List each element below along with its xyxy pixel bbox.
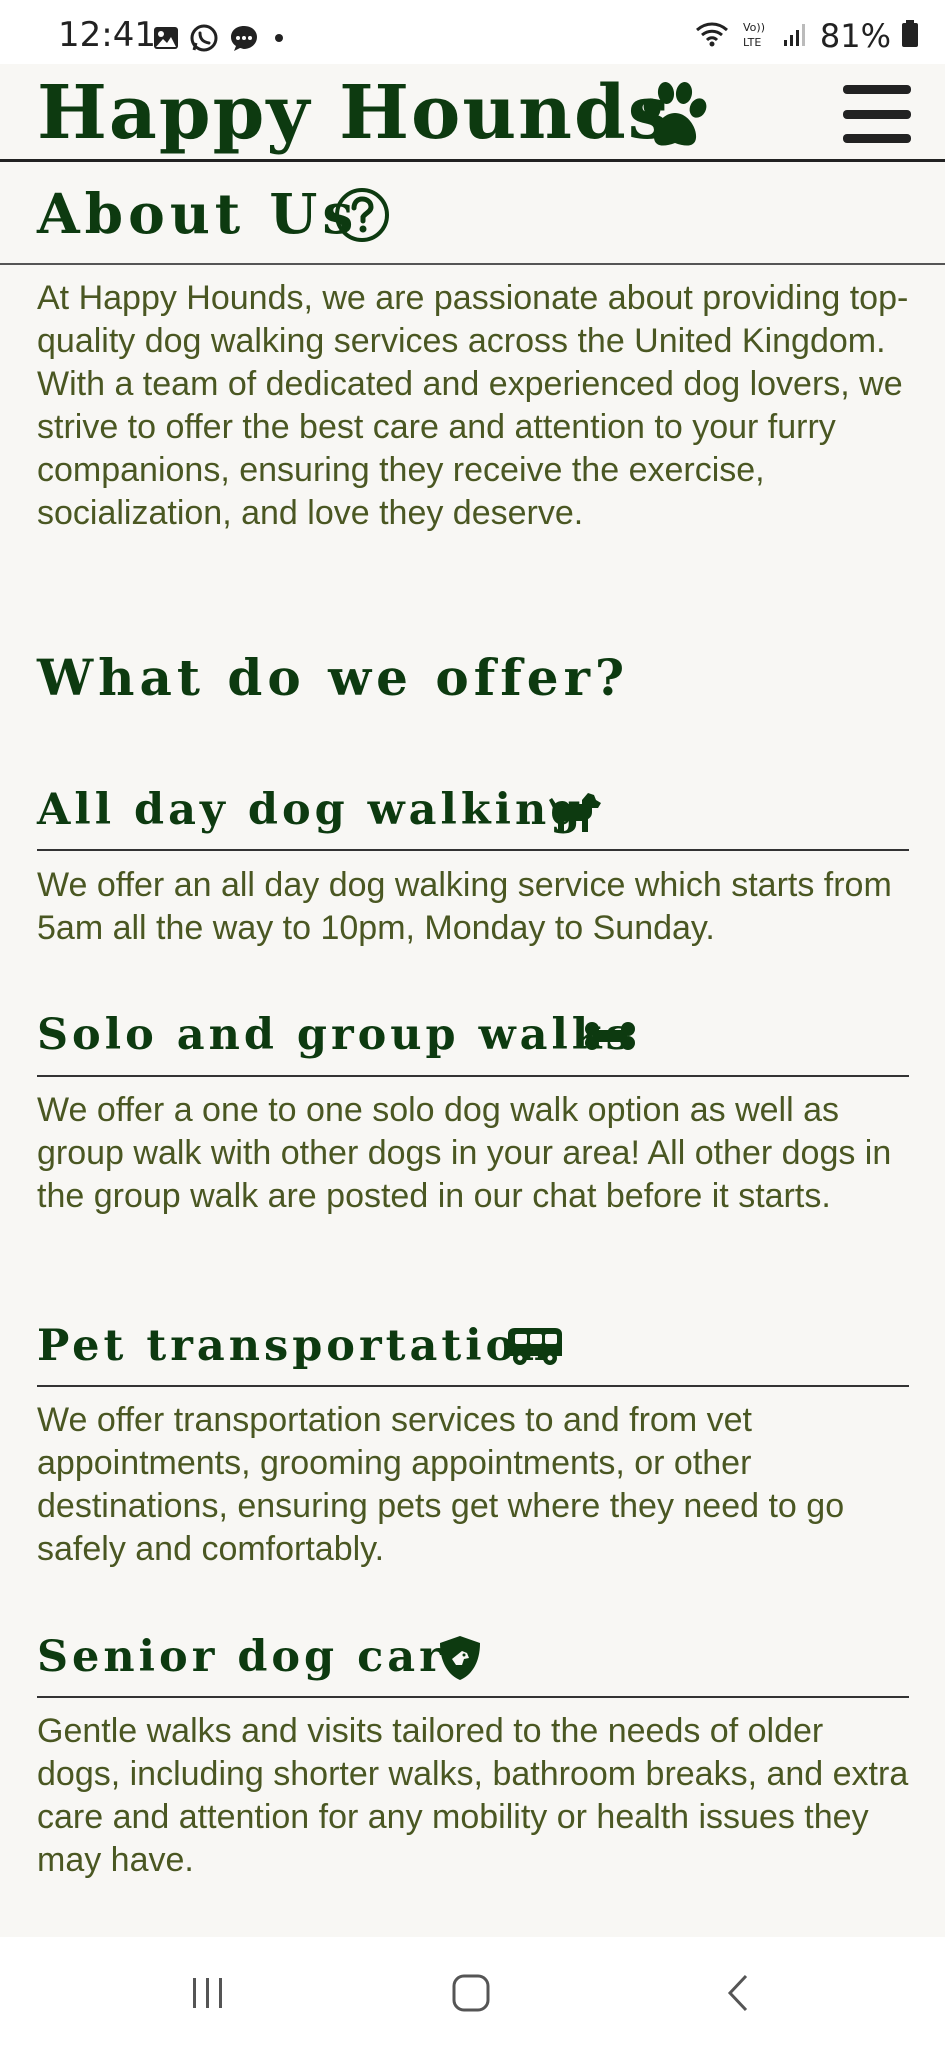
- gallery-icon: [152, 24, 180, 56]
- service-title: Solo and group walks: [37, 1010, 634, 1060]
- status-icons-left: [152, 22, 290, 58]
- battery-percentage: 81%: [819, 17, 891, 55]
- battery-icon: [901, 19, 919, 53]
- status-time: 12:41: [58, 15, 156, 55]
- status-bar: 12:41 Vo)) LTE 81%: [0, 0, 945, 64]
- service-divider: [37, 1385, 909, 1387]
- menu-bar: [843, 85, 911, 94]
- wifi-icon: [694, 19, 730, 53]
- recent-apps-icon[interactable]: [160, 1937, 256, 2048]
- shield-dog-icon: [437, 1634, 483, 1687]
- menu-bar: [843, 109, 911, 119]
- svg-text:Vo)): Vo)): [743, 21, 765, 34]
- service-text: We offer a one to one solo dog walk opti…: [37, 1091, 892, 1215]
- menu-bar: [843, 134, 911, 143]
- whatsapp-icon: [188, 22, 220, 58]
- service-divider: [37, 1075, 909, 1077]
- volte-icon: Vo)) LTE: [740, 18, 772, 54]
- about-text: At Happy Hounds, we are passionate about…: [37, 279, 909, 532]
- offer-heading: What do we offer?: [37, 648, 630, 707]
- bone-icon: [584, 1019, 636, 1058]
- status-icons-right: Vo)) LTE 81%: [694, 18, 919, 54]
- signal-icon: [782, 20, 810, 52]
- site-header: Happy Hounds: [0, 64, 945, 162]
- service-title: Senior dog care: [37, 1632, 478, 1682]
- service-title: Pet transportation: [37, 1321, 554, 1371]
- service-text: We offer an all day dog walking service …: [37, 866, 892, 947]
- svg-text:LTE: LTE: [743, 36, 761, 49]
- dog-icon: [548, 786, 602, 839]
- brand-title[interactable]: Happy Hounds: [37, 76, 671, 150]
- home-icon[interactable]: [423, 1937, 519, 2048]
- hamburger-menu-icon[interactable]: [843, 85, 911, 143]
- question-circle-icon: [334, 187, 390, 248]
- android-navigation-bar: [0, 1937, 945, 2048]
- service-divider: [37, 849, 909, 851]
- messages-icon: [228, 22, 260, 58]
- dot-icon: [268, 27, 290, 53]
- paw-icon: [634, 80, 714, 157]
- van-icon: [506, 1326, 564, 1373]
- service-text: Gentle walks and visits tailored to the …: [37, 1712, 909, 1879]
- about-heading: About Us: [37, 181, 359, 246]
- service-title: All day dog walking: [37, 785, 585, 835]
- section-divider: [0, 263, 945, 265]
- back-icon[interactable]: [690, 1937, 786, 2048]
- service-divider: [37, 1696, 909, 1698]
- service-text: We offer transportation services to and …: [37, 1401, 845, 1568]
